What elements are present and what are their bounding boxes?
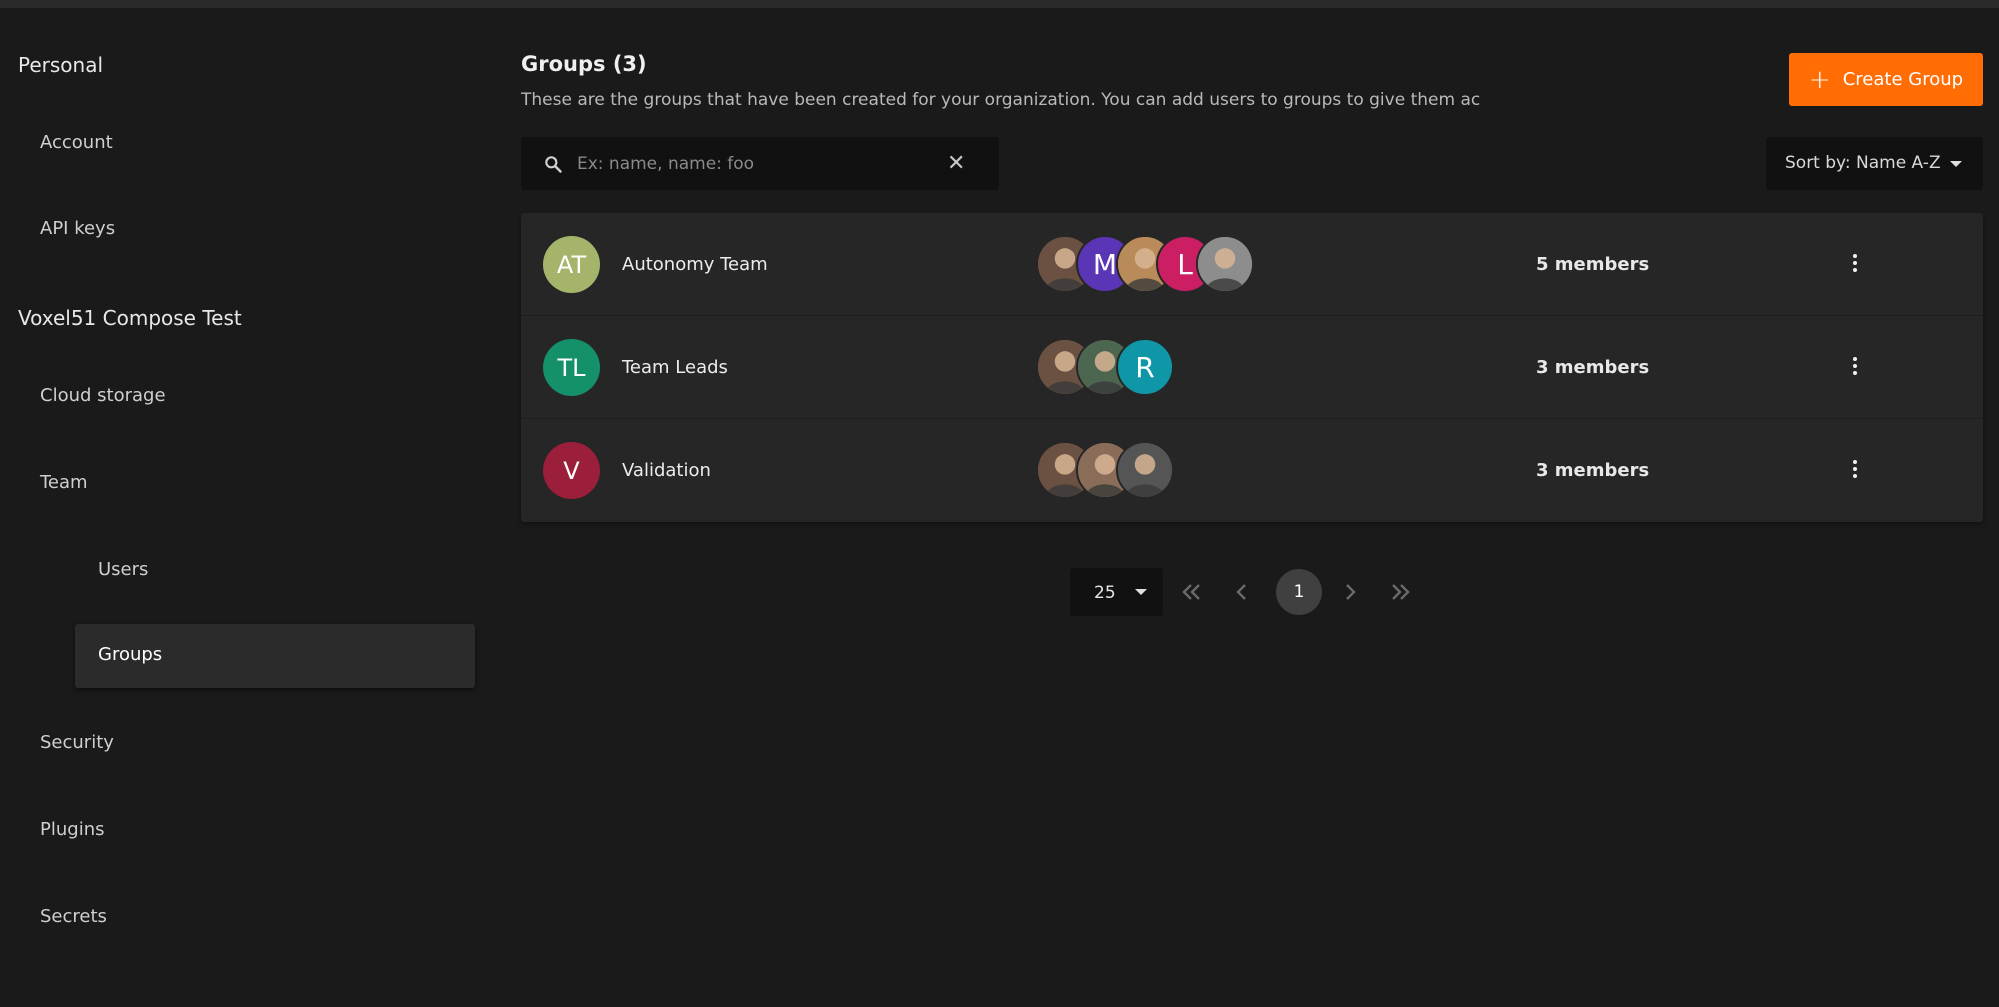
- plus-icon: +: [1808, 64, 1831, 95]
- rows-per-page-value: 25: [1094, 583, 1116, 603]
- page-description: These are the groups that have been crea…: [521, 90, 1481, 110]
- sidebar-item-groups[interactable]: Groups: [75, 624, 475, 688]
- sidebar-item-cloud-storage[interactable]: Cloud storage: [40, 385, 166, 406]
- groups-page: Groups (3) These are the groups that hav…: [521, 8, 1983, 1007]
- sidebar-item-secrets[interactable]: Secrets: [40, 906, 107, 927]
- more-options-icon[interactable]: [1849, 249, 1861, 277]
- app: Personal Account API keys Voxel51 Compos…: [0, 8, 1999, 1007]
- rows-per-page-select[interactable]: 25: [1070, 568, 1163, 616]
- member-count: 3 members: [1536, 460, 1650, 481]
- group-avatar: TL: [543, 339, 600, 396]
- groups-list: AT Autonomy Team M L 5 members TL Team Leads R 3…: [521, 213, 1983, 522]
- search-icon: [543, 154, 563, 174]
- sort-label: Sort by: Name A-Z: [1785, 153, 1941, 173]
- member-avatar[interactable]: R: [1116, 338, 1174, 396]
- group-name[interactable]: Team Leads: [622, 357, 728, 378]
- sidebar-item-api-keys[interactable]: API keys: [40, 218, 115, 239]
- chevron-right-icon: [1346, 584, 1356, 600]
- sidebar-item-team[interactable]: Team: [40, 472, 88, 493]
- sidebar-item-account[interactable]: Account: [40, 132, 113, 153]
- sidebar-item-security[interactable]: Security: [40, 732, 114, 753]
- caret-down-icon: [1950, 161, 1962, 167]
- page-button-current[interactable]: 1: [1276, 569, 1322, 615]
- create-group-label: Create Group: [1842, 69, 1964, 90]
- last-page-button[interactable]: [1385, 576, 1417, 608]
- table-row[interactable]: TL Team Leads R 3 members: [521, 316, 1983, 419]
- sidebar-item-groups-label: Groups: [98, 644, 163, 665]
- table-row[interactable]: V Validation 3 members: [521, 419, 1983, 522]
- more-options-icon[interactable]: [1849, 352, 1861, 380]
- table-row[interactable]: AT Autonomy Team M L 5 members: [521, 213, 1983, 316]
- double-chevron-right-icon: [1392, 584, 1410, 600]
- group-avatar: V: [543, 442, 600, 499]
- page-title: Groups (3): [521, 52, 647, 76]
- group-search: ✕: [521, 137, 999, 190]
- caret-down-icon: [1135, 589, 1147, 595]
- search-input[interactable]: [577, 147, 927, 181]
- clear-search-icon[interactable]: ✕: [947, 151, 965, 176]
- member-count: 5 members: [1536, 254, 1650, 275]
- member-avatar[interactable]: [1116, 441, 1174, 499]
- group-name[interactable]: Autonomy Team: [622, 254, 768, 275]
- double-chevron-left-icon: [1182, 584, 1200, 600]
- create-group-button[interactable]: + Create Group: [1789, 53, 1983, 106]
- sidebar-item-plugins[interactable]: Plugins: [40, 819, 104, 840]
- more-options-icon[interactable]: [1849, 455, 1861, 483]
- previous-page-button[interactable]: [1226, 576, 1258, 608]
- top-bar: [0, 0, 1999, 8]
- member-avatar[interactable]: [1196, 235, 1254, 293]
- sidebar-item-users[interactable]: Users: [98, 559, 148, 580]
- settings-sidebar: Personal Account API keys Voxel51 Compos…: [0, 8, 490, 1007]
- sidebar-section-organization: Voxel51 Compose Test: [18, 306, 242, 330]
- member-count: 3 members: [1536, 357, 1650, 378]
- chevron-left-icon: [1236, 584, 1246, 600]
- group-avatar: AT: [543, 236, 600, 293]
- group-name[interactable]: Validation: [622, 460, 711, 481]
- next-page-button[interactable]: [1334, 576, 1366, 608]
- sidebar-section-personal: Personal: [18, 53, 104, 77]
- sort-dropdown[interactable]: Sort by: Name A-Z: [1766, 137, 1983, 190]
- first-page-button[interactable]: [1175, 576, 1207, 608]
